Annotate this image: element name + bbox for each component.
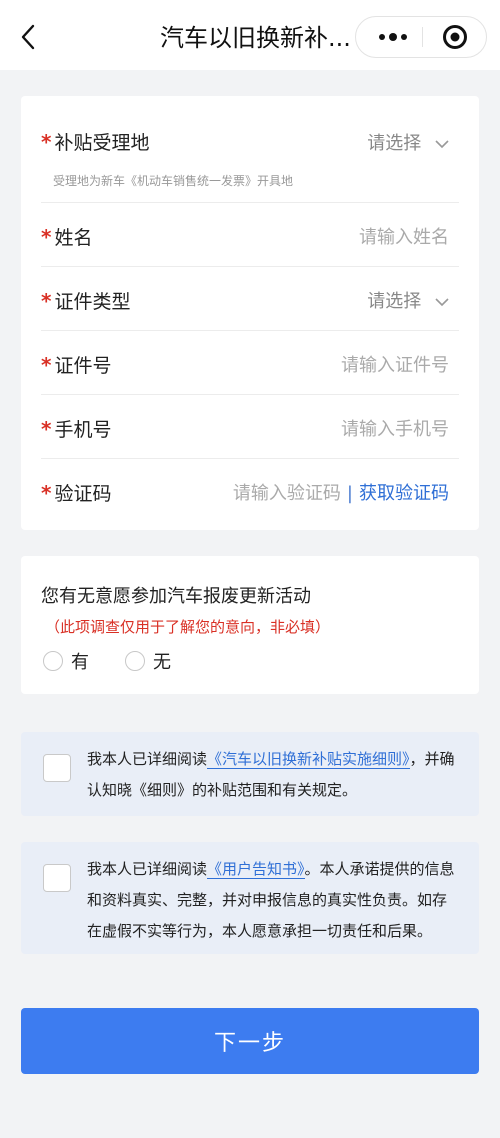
- get-code-button[interactable]: 获取验证码: [359, 483, 449, 504]
- more-dots-icon: [379, 33, 407, 41]
- close-miniprogram-button[interactable]: [428, 17, 482, 57]
- rules-link[interactable]: 《汽车以旧换新补贴实施细则》: [207, 750, 410, 769]
- id-type-select[interactable]: 请选择: [367, 287, 449, 313]
- more-button[interactable]: [366, 17, 420, 57]
- page-title: 汽车以旧换新补...: [160, 24, 351, 52]
- field-label: 证件类型: [54, 291, 131, 313]
- survey-card: 您有无意愿参加汽车报废更新活动 （此项调查仅用于了解您的意向，非必填） 有 无: [21, 556, 479, 694]
- application-form: * 补贴受理地 请选择 受理地为新车《机动车销售统一发票》开具地 * 姓名 请输入姓…: [21, 96, 479, 530]
- back-button[interactable]: [14, 20, 42, 54]
- phone-input[interactable]: 请输入手机号: [341, 415, 449, 441]
- required-mark: *: [41, 130, 52, 154]
- required-mark: *: [41, 417, 52, 441]
- radio-circle[interactable]: [125, 651, 145, 671]
- required-mark: *: [41, 353, 52, 377]
- chevron-left-icon: [21, 24, 35, 50]
- field-name: * 姓名 请输入姓名: [41, 203, 459, 267]
- verification-code-input[interactable]: 请输入验证码: [233, 483, 341, 504]
- required-mark: *: [41, 289, 52, 313]
- name-input[interactable]: 请输入姓名: [359, 223, 449, 249]
- survey-note: （此项调查仅用于了解您的意向，非必填）: [45, 618, 331, 636]
- field-label: 补贴受理地: [54, 132, 150, 154]
- agreement-text: 我本人已详细阅读《用户告知书》。本人承诺提供的信息和资料真实、完整，并对申报信息…: [87, 860, 455, 940]
- separator: |: [346, 483, 353, 504]
- field-acceptance-place[interactable]: * 补贴受理地 请选择 受理地为新车《机动车销售统一发票》开具地: [41, 96, 459, 203]
- mini-program-capsule: [355, 16, 487, 58]
- agree-rules-checkbox[interactable]: [43, 754, 71, 782]
- agreement-notice: 我本人已详细阅读《用户告知书》。本人承诺提供的信息和资料真实、完整，并对申报信息…: [21, 842, 479, 954]
- field-label: 手机号: [54, 419, 112, 441]
- capsule-divider: [422, 27, 423, 47]
- next-step-button[interactable]: 下一步: [21, 1008, 479, 1074]
- radio-label: 有: [71, 652, 89, 673]
- required-mark: *: [41, 225, 52, 249]
- radio-option-no[interactable]: 无: [125, 646, 171, 676]
- field-id-type[interactable]: * 证件类型 请选择: [41, 267, 459, 331]
- agreement-text: 我本人已详细阅读《汽车以旧换新补贴实施细则》，并确认知晓《细则》的补贴范围和有关…: [87, 750, 455, 799]
- agree-notice-checkbox[interactable]: [43, 864, 71, 892]
- survey-question: 您有无意愿参加汽车报废更新活动: [41, 586, 311, 607]
- radio-label: 无: [153, 652, 171, 673]
- field-label: 证件号: [54, 355, 112, 377]
- required-mark: *: [41, 481, 52, 505]
- field-label: 姓名: [54, 227, 93, 249]
- field-hint: 受理地为新车《机动车销售统一发票》开具地: [53, 174, 294, 188]
- field-id-number: * 证件号 请输入证件号: [41, 331, 459, 395]
- notice-link[interactable]: 《用户告知书》: [207, 860, 305, 879]
- chevron-down-icon: [435, 139, 449, 148]
- place-select[interactable]: 请选择: [367, 129, 449, 155]
- field-phone: * 手机号 请输入手机号: [41, 395, 459, 459]
- radio-option-yes[interactable]: 有: [43, 646, 89, 676]
- target-circle-icon: [443, 25, 467, 49]
- field-label: 验证码: [54, 483, 112, 505]
- agreement-rules: 我本人已详细阅读《汽车以旧换新补贴实施细则》，并确认知晓《细则》的补贴范围和有关…: [21, 732, 479, 816]
- chevron-down-icon: [435, 297, 449, 306]
- top-nav-bar: 汽车以旧换新补...: [0, 0, 500, 70]
- field-verification-code: * 验证码 请输入验证码 | 获取验证码: [41, 459, 459, 522]
- radio-circle[interactable]: [43, 651, 63, 671]
- id-number-input[interactable]: 请输入证件号: [341, 351, 449, 377]
